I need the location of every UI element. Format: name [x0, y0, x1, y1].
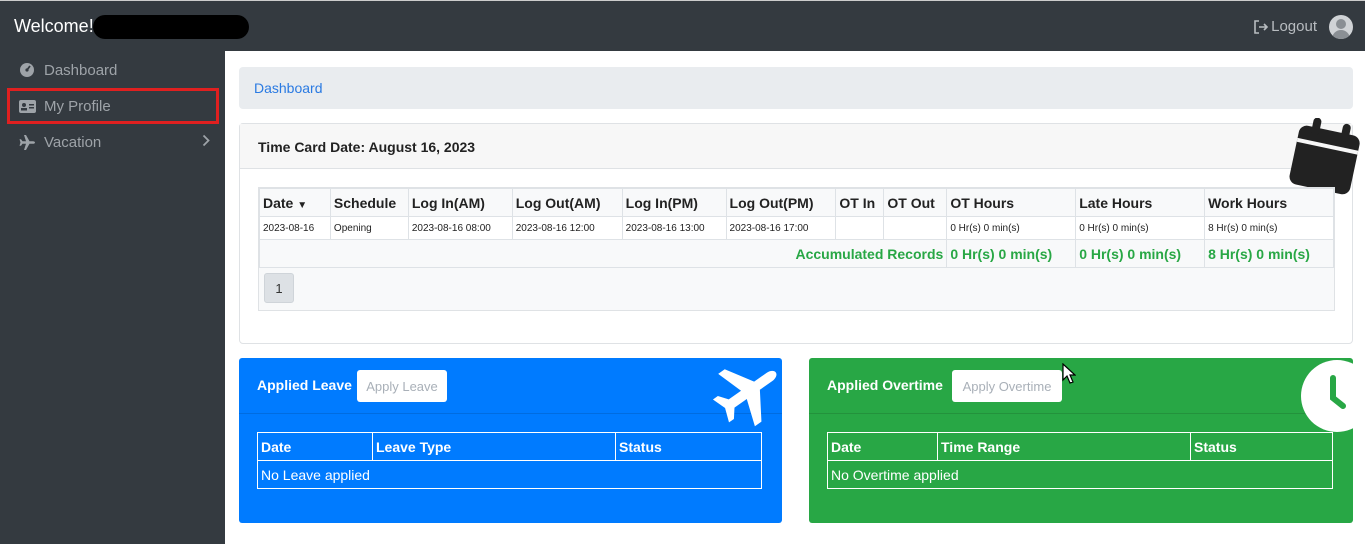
applied-leave-title: Applied Leave — [257, 377, 352, 393]
breadcrumb-dashboard-link[interactable]: Dashboard — [254, 80, 323, 96]
calendar-icon — [1289, 118, 1360, 195]
table-cell — [835, 216, 885, 240]
table-cell: 2023-08-16 08:00 — [407, 216, 513, 240]
sidebar-item-label: My Profile — [44, 97, 111, 115]
breadcrumb: Dashboard — [239, 67, 1353, 109]
sidebar-item-my-profile[interactable]: My Profile — [7, 88, 219, 124]
column-header: Date — [827, 432, 938, 461]
plane-icon — [712, 369, 777, 427]
welcome-text: Welcome! — [14, 16, 94, 36]
timecard-header: Time Card Date: August 16, 2023 — [240, 118, 1360, 195]
sidebar-item-vacation[interactable]: Vacation — [8, 125, 218, 159]
apply-overtime-button[interactable]: Apply Overtime — [952, 370, 1062, 402]
sidebar-item-label: Vacation — [44, 133, 102, 151]
overtime-table: Date Time Range Status No Overtime appli… — [827, 432, 1333, 489]
column-header[interactable]: OT In — [835, 188, 885, 217]
column-header: Status — [615, 432, 762, 461]
empty-message: No Overtime applied — [827, 460, 1333, 489]
column-header-date[interactable]: Date ▼ — [259, 188, 331, 217]
table-header-row: Date Leave Type Status — [257, 432, 762, 461]
id-card-icon — [16, 99, 38, 113]
table-cell: 0 Hr(s) 0 min(s) — [946, 216, 1077, 240]
column-header: Leave Type — [372, 432, 616, 461]
timecard-table-container: Date ▼ Schedule Log In(AM) Log Out(AM) L… — [258, 187, 1335, 311]
accumulated-label: Accumulated Records — [258, 239, 948, 268]
logout-icon — [1254, 19, 1269, 34]
column-header: Status — [1190, 432, 1333, 461]
applied-overtime-title: Applied Overtime — [827, 377, 943, 393]
applied-leave-header: Applied Leave Apply Leave — [239, 358, 782, 427]
table-row: No Overtime applied — [827, 460, 1333, 489]
column-header[interactable]: OT Out — [883, 188, 948, 217]
leave-table: Date Leave Type Status No Leave applied — [257, 432, 762, 489]
sidebar-item-label: Dashboard — [44, 61, 118, 79]
table-cell — [883, 216, 948, 240]
applied-overtime-header: Applied Overtime Apply Overtime — [809, 358, 1353, 432]
table-cell: 8 Hr(s) 0 min(s) — [1204, 216, 1334, 240]
redacted-username — [93, 15, 249, 39]
logout-link[interactable]: Logout — [1253, 18, 1317, 35]
sort-desc-icon: ▼ — [297, 199, 308, 211]
column-header: Time Range — [937, 432, 1191, 461]
timecard-table: Date ▼ Schedule Log In(AM) Log Out(AM) L… — [258, 188, 1334, 268]
column-header: Date — [257, 432, 373, 461]
logout-label: Logout — [1271, 18, 1317, 35]
sidebar: Dashboard My Profile Vacation — [0, 51, 225, 544]
user-avatar-icon[interactable] — [1329, 15, 1353, 39]
column-header[interactable]: Log In(AM) — [407, 188, 513, 217]
table-header-row: Date Time Range Status — [827, 432, 1333, 461]
table-row: 2023-08-16 Opening 2023-08-16 08:00 2023… — [259, 216, 1334, 240]
empty-message: No Leave applied — [257, 460, 762, 489]
pagination-page-1[interactable]: 1 — [264, 273, 294, 303]
table-cell: 2023-08-16 12:00 — [511, 216, 623, 240]
table-row: No Leave applied — [257, 460, 762, 489]
accumulated-row: Accumulated Records 0 Hr(s) 0 min(s) 0 H… — [258, 239, 1334, 268]
sidebar-item-dashboard[interactable]: Dashboard — [8, 53, 218, 87]
mouse-cursor-icon — [1062, 363, 1076, 384]
plane-icon — [16, 134, 38, 150]
column-header[interactable]: Log In(PM) — [621, 188, 727, 217]
column-header[interactable]: Late Hours — [1075, 188, 1206, 217]
accumulated-work-hours: 8 Hr(s) 0 min(s) — [1204, 239, 1334, 268]
column-header[interactable]: Work Hours — [1204, 188, 1334, 217]
chevron-right-icon — [202, 134, 210, 147]
applied-leave-panel: Applied Leave Apply Leave Date Leave Typ… — [239, 358, 782, 523]
timecard-card: Time Card Date: August 16, 2023 Date ▼ S… — [239, 118, 1360, 344]
table-cell: 2023-08-16 13:00 — [621, 216, 727, 240]
apply-leave-button[interactable]: Apply Leave — [357, 370, 447, 402]
tachometer-icon — [16, 62, 38, 78]
table-cell: 2023-08-16 — [259, 216, 331, 240]
column-header[interactable]: Log Out(PM) — [725, 188, 837, 217]
table-cell: Opening — [329, 216, 409, 240]
accumulated-ot-hours: 0 Hr(s) 0 min(s) — [946, 239, 1077, 268]
applied-overtime-panel: Applied Overtime Apply Overtime Date Tim… — [809, 358, 1353, 523]
clock-icon — [1301, 360, 1353, 432]
table-cell: 0 Hr(s) 0 min(s) — [1075, 216, 1206, 240]
column-header[interactable]: Schedule — [329, 188, 409, 217]
accumulated-late-hours: 0 Hr(s) 0 min(s) — [1075, 239, 1206, 268]
table-header-row: Date ▼ Schedule Log In(AM) Log Out(AM) L… — [259, 188, 1334, 217]
timecard-title: Time Card Date: August 16, 2023 — [258, 139, 476, 155]
column-header[interactable]: Log Out(AM) — [511, 188, 623, 217]
top-navbar: Welcome! Logout — [0, 0, 1365, 51]
column-header[interactable]: OT Hours — [946, 188, 1077, 217]
table-cell: 2023-08-16 17:00 — [725, 216, 837, 240]
